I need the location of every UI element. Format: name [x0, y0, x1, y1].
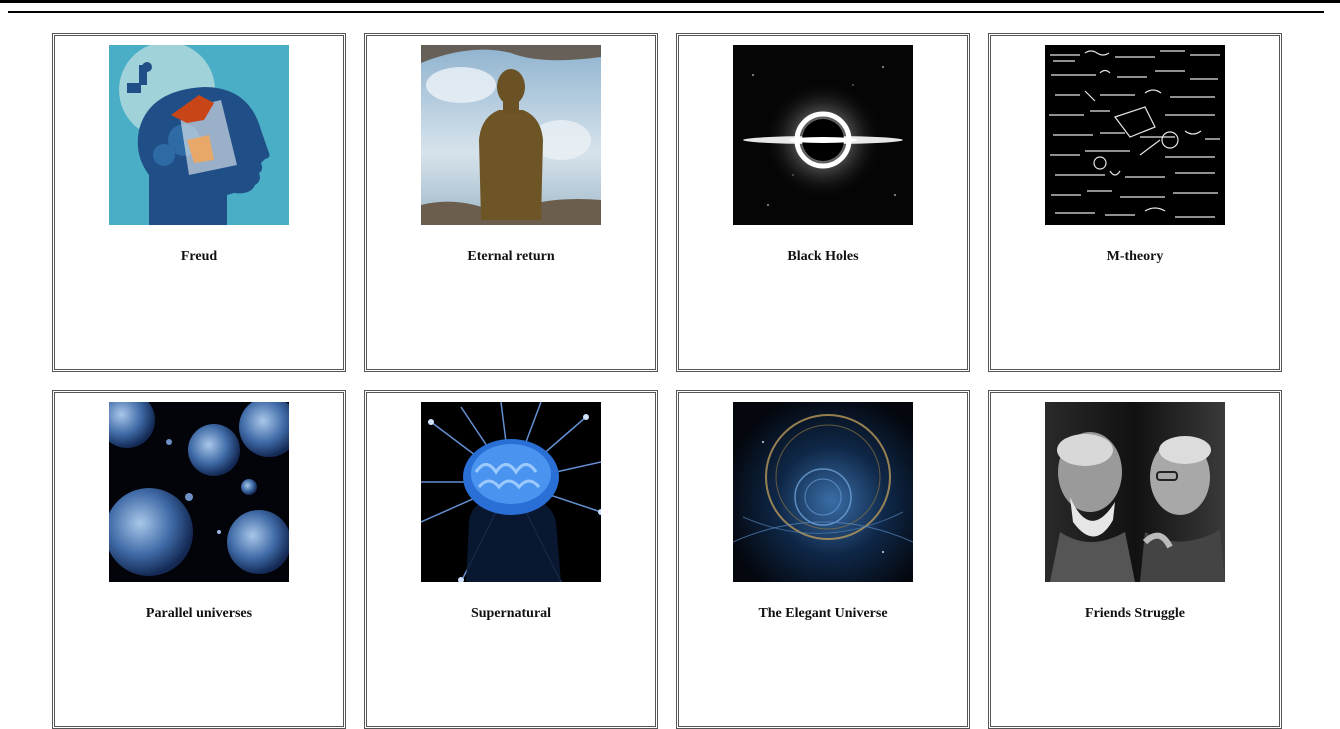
header-rule — [8, 11, 1324, 13]
card-title[interactable]: Supernatural — [367, 606, 655, 622]
bubble-universes-icon[interactable] — [109, 402, 289, 582]
card-freud[interactable]: Freud — [52, 33, 346, 372]
reflection-silhouette-icon[interactable] — [421, 45, 601, 225]
glowing-brain-icon[interactable] — [421, 402, 601, 582]
card-title[interactable]: Eternal return — [367, 249, 655, 265]
card-eternal-return[interactable]: Eternal return — [364, 33, 658, 372]
card-title[interactable]: The Elegant Universe — [679, 606, 967, 622]
card-elegant-universe[interactable]: The Elegant Universe — [676, 390, 970, 729]
top-rule — [0, 0, 1340, 3]
card-title[interactable]: Parallel universes — [55, 606, 343, 622]
equations-chalkboard-icon[interactable] — [1045, 45, 1225, 225]
card-title[interactable]: M-theory — [991, 249, 1279, 265]
cosmic-rings-icon[interactable] — [733, 402, 913, 582]
card-black-holes[interactable]: Black Holes — [676, 33, 970, 372]
card-title[interactable]: Freud — [55, 249, 343, 265]
card-m-theory[interactable]: M-theory — [988, 33, 1282, 372]
card-friends-struggle[interactable]: Friends Struggle — [988, 390, 1282, 729]
two-men-portrait-icon[interactable] — [1045, 402, 1225, 582]
card-title[interactable]: Friends Struggle — [991, 606, 1279, 622]
card-title[interactable]: Black Holes — [679, 249, 967, 265]
black-hole-icon[interactable] — [733, 45, 913, 225]
card-grid: Freud Eternal return Black Holes M-theor… — [52, 33, 1282, 729]
card-supernatural[interactable]: Supernatural — [364, 390, 658, 729]
card-parallel-universes[interactable]: Parallel universes — [52, 390, 346, 729]
head-silhouette-gears-icon[interactable] — [109, 45, 289, 225]
